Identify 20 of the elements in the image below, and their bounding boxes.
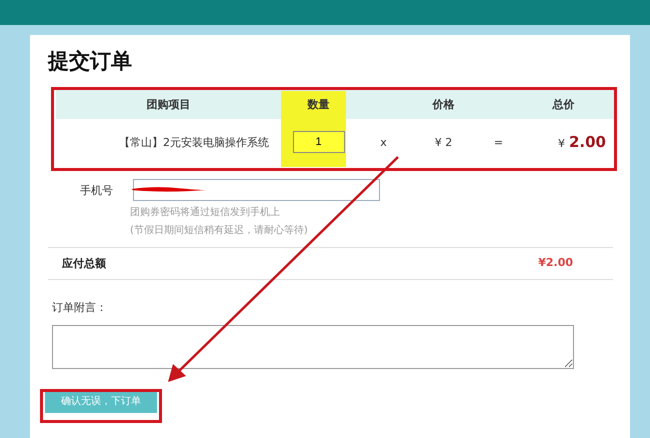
- page-title: 提交订单: [48, 48, 133, 75]
- hint-text: 团购券密码将通过短信发到手机上: [130, 206, 281, 219]
- column-header: 团购项目: [146, 96, 192, 112]
- note-label: 订单附言：: [52, 300, 108, 315]
- column-header: 数量: [306, 96, 330, 112]
- item-name: 【常山】2元安装电脑操作系统: [118, 134, 270, 150]
- hint-text: (节假日期间短信稍有延迟，请耐心等待): [130, 224, 309, 237]
- column-header: 价格: [431, 96, 456, 112]
- phone-field[interactable]: [133, 179, 380, 201]
- unit-price: ¥ 2: [434, 136, 454, 148]
- equals-sign: =: [492, 136, 504, 148]
- quantity-field[interactable]: 1: [292, 131, 344, 153]
- column-header: 总价: [551, 96, 576, 112]
- total-price: 2.00: [568, 133, 606, 151]
- phone-label: 手机号: [80, 182, 113, 198]
- note-field[interactable]: [52, 325, 574, 369]
- total-label: 应付总额: [62, 256, 106, 271]
- currency-sign: ¥: [558, 137, 565, 150]
- times-sign: x: [379, 136, 388, 148]
- total-amount: ¥2.00: [538, 256, 573, 271]
